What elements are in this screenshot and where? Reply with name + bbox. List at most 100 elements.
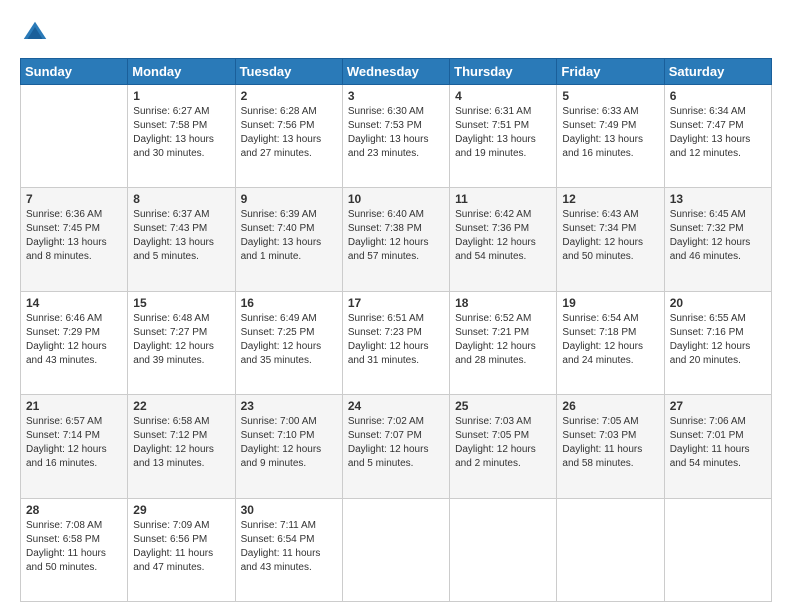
day-info: Sunrise: 7:05 AMSunset: 7:03 PMDaylight:… <box>562 415 658 471</box>
calendar-cell <box>342 498 449 601</box>
calendar-cell: 5 Sunrise: 6:33 AMSunset: 7:49 PMDaylight… <box>557 85 664 188</box>
calendar-cell: 19 Sunrise: 6:54 AMSunset: 7:18 PMDayligh… <box>557 291 664 394</box>
weekday-header: Saturday <box>664 59 771 85</box>
calendar-cell: 7Sunrise: 6:36 AMSunset: 7:45 PMDaylight… <box>21 188 128 291</box>
day-info: Sunrise: 6:34 AMSunset: 7:47 PMDaylight:… <box>670 105 766 161</box>
calendar-week-row: 28 Sunrise: 7:08 AMSunset: 6:58 PMDayligh… <box>21 498 772 601</box>
day-number: 9 <box>241 192 337 206</box>
day-number: 7 <box>26 192 122 206</box>
calendar-cell: 21Sunrise: 6:57 AMSunset: 7:14 PMDayligh… <box>21 395 128 498</box>
calendar-cell: 29Sunrise: 7:09 AMSunset: 6:56 PMDayligh… <box>128 498 235 601</box>
day-info: Sunrise: 6:42 AMSunset: 7:36 PMDaylight:… <box>455 208 551 264</box>
day-number: 8 <box>133 192 229 206</box>
calendar-cell: 11 Sunrise: 6:42 AMSunset: 7:36 PMDayligh… <box>450 188 557 291</box>
day-info: Sunrise: 6:48 AMSunset: 7:27 PMDaylight:… <box>133 312 229 368</box>
day-number: 3 <box>348 89 444 103</box>
calendar-cell: 8 Sunrise: 6:37 AMSunset: 7:43 PMDaylight… <box>128 188 235 291</box>
calendar-cell: 27Sunrise: 7:06 AMSunset: 7:01 PMDayligh… <box>664 395 771 498</box>
day-info: Sunrise: 7:03 AMSunset: 7:05 PMDaylight:… <box>455 415 551 471</box>
calendar-cell: 1 Sunrise: 6:27 AMSunset: 7:58 PMDaylight… <box>128 85 235 188</box>
calendar-cell <box>450 498 557 601</box>
day-number: 5 <box>562 89 658 103</box>
calendar-week-row: 21Sunrise: 6:57 AMSunset: 7:14 PMDayligh… <box>21 395 772 498</box>
day-info: Sunrise: 7:08 AMSunset: 6:58 PMDaylight:… <box>26 519 122 575</box>
calendar-cell: 2 Sunrise: 6:28 AMSunset: 7:56 PMDaylight… <box>235 85 342 188</box>
day-info: Sunrise: 6:39 AMSunset: 7:40 PMDaylight:… <box>241 208 337 264</box>
day-info: Sunrise: 6:58 AMSunset: 7:12 PMDaylight:… <box>133 415 229 471</box>
day-info: Sunrise: 6:52 AMSunset: 7:21 PMDaylight:… <box>455 312 551 368</box>
weekday-header: Wednesday <box>342 59 449 85</box>
calendar-cell <box>21 85 128 188</box>
calendar-week-row: 7Sunrise: 6:36 AMSunset: 7:45 PMDaylight… <box>21 188 772 291</box>
day-number: 10 <box>348 192 444 206</box>
day-info: Sunrise: 6:43 AMSunset: 7:34 PMDaylight:… <box>562 208 658 264</box>
calendar-cell <box>664 498 771 601</box>
calendar-cell: 4 Sunrise: 6:31 AMSunset: 7:51 PMDaylight… <box>450 85 557 188</box>
day-number: 28 <box>26 503 122 517</box>
day-number: 25 <box>455 399 551 413</box>
calendar-cell: 26 Sunrise: 7:05 AMSunset: 7:03 PMDayligh… <box>557 395 664 498</box>
day-info: Sunrise: 7:00 AMSunset: 7:10 PMDaylight:… <box>241 415 337 471</box>
day-info: Sunrise: 6:33 AMSunset: 7:49 PMDaylight:… <box>562 105 658 161</box>
calendar-cell: 9 Sunrise: 6:39 AMSunset: 7:40 PMDaylight… <box>235 188 342 291</box>
day-number: 1 <box>133 89 229 103</box>
day-info: Sunrise: 6:37 AMSunset: 7:43 PMDaylight:… <box>133 208 229 264</box>
weekday-header: Friday <box>557 59 664 85</box>
calendar-table: SundayMondayTuesdayWednesdayThursdayFrid… <box>20 58 772 602</box>
day-number: 16 <box>241 296 337 310</box>
calendar-cell: 17Sunrise: 6:51 AMSunset: 7:23 PMDayligh… <box>342 291 449 394</box>
day-info: Sunrise: 6:55 AMSunset: 7:16 PMDaylight:… <box>670 312 766 368</box>
day-number: 30 <box>241 503 337 517</box>
day-info: Sunrise: 6:31 AMSunset: 7:51 PMDaylight:… <box>455 105 551 161</box>
day-number: 11 <box>455 192 551 206</box>
day-number: 4 <box>455 89 551 103</box>
day-number: 20 <box>670 296 766 310</box>
calendar-week-row: 1 Sunrise: 6:27 AMSunset: 7:58 PMDaylight… <box>21 85 772 188</box>
day-number: 22 <box>133 399 229 413</box>
calendar-cell: 24 Sunrise: 7:02 AMSunset: 7:07 PMDayligh… <box>342 395 449 498</box>
calendar-header-row: SundayMondayTuesdayWednesdayThursdayFrid… <box>21 59 772 85</box>
header <box>20 18 772 48</box>
day-number: 15 <box>133 296 229 310</box>
day-info: Sunrise: 7:11 AMSunset: 6:54 PMDaylight:… <box>241 519 337 575</box>
calendar-cell: 13Sunrise: 6:45 AMSunset: 7:32 PMDayligh… <box>664 188 771 291</box>
day-info: Sunrise: 7:09 AMSunset: 6:56 PMDaylight:… <box>133 519 229 575</box>
calendar-cell: 18 Sunrise: 6:52 AMSunset: 7:21 PMDayligh… <box>450 291 557 394</box>
day-info: Sunrise: 6:30 AMSunset: 7:53 PMDaylight:… <box>348 105 444 161</box>
day-info: Sunrise: 6:40 AMSunset: 7:38 PMDaylight:… <box>348 208 444 264</box>
day-number: 14 <box>26 296 122 310</box>
day-info: Sunrise: 6:49 AMSunset: 7:25 PMDaylight:… <box>241 312 337 368</box>
day-number: 6 <box>670 89 766 103</box>
day-number: 18 <box>455 296 551 310</box>
day-info: Sunrise: 6:28 AMSunset: 7:56 PMDaylight:… <box>241 105 337 161</box>
calendar-cell: 3 Sunrise: 6:30 AMSunset: 7:53 PMDaylight… <box>342 85 449 188</box>
calendar-cell <box>557 498 664 601</box>
day-info: Sunrise: 6:51 AMSunset: 7:23 PMDaylight:… <box>348 312 444 368</box>
calendar-cell: 30 Sunrise: 7:11 AMSunset: 6:54 PMDayligh… <box>235 498 342 601</box>
day-info: Sunrise: 7:02 AMSunset: 7:07 PMDaylight:… <box>348 415 444 471</box>
calendar-week-row: 14 Sunrise: 6:46 AMSunset: 7:29 PMDayligh… <box>21 291 772 394</box>
day-info: Sunrise: 7:06 AMSunset: 7:01 PMDaylight:… <box>670 415 766 471</box>
day-number: 19 <box>562 296 658 310</box>
logo <box>20 18 52 48</box>
calendar-cell: 22 Sunrise: 6:58 AMSunset: 7:12 PMDayligh… <box>128 395 235 498</box>
page: SundayMondayTuesdayWednesdayThursdayFrid… <box>0 0 792 612</box>
day-number: 26 <box>562 399 658 413</box>
calendar-cell: 25 Sunrise: 7:03 AMSunset: 7:05 PMDayligh… <box>450 395 557 498</box>
calendar-cell: 23 Sunrise: 7:00 AMSunset: 7:10 PMDayligh… <box>235 395 342 498</box>
calendar-cell: 6 Sunrise: 6:34 AMSunset: 7:47 PMDaylight… <box>664 85 771 188</box>
day-info: Sunrise: 6:27 AMSunset: 7:58 PMDaylight:… <box>133 105 229 161</box>
day-info: Sunrise: 6:45 AMSunset: 7:32 PMDaylight:… <box>670 208 766 264</box>
day-number: 24 <box>348 399 444 413</box>
calendar-cell: 20 Sunrise: 6:55 AMSunset: 7:16 PMDayligh… <box>664 291 771 394</box>
day-number: 21 <box>26 399 122 413</box>
weekday-header: Tuesday <box>235 59 342 85</box>
calendar-cell: 14 Sunrise: 6:46 AMSunset: 7:29 PMDayligh… <box>21 291 128 394</box>
weekday-header: Sunday <box>21 59 128 85</box>
day-number: 2 <box>241 89 337 103</box>
calendar-cell: 12Sunrise: 6:43 AMSunset: 7:34 PMDayligh… <box>557 188 664 291</box>
calendar-cell: 15 Sunrise: 6:48 AMSunset: 7:27 PMDayligh… <box>128 291 235 394</box>
day-info: Sunrise: 6:54 AMSunset: 7:18 PMDaylight:… <box>562 312 658 368</box>
day-number: 23 <box>241 399 337 413</box>
day-info: Sunrise: 6:46 AMSunset: 7:29 PMDaylight:… <box>26 312 122 368</box>
